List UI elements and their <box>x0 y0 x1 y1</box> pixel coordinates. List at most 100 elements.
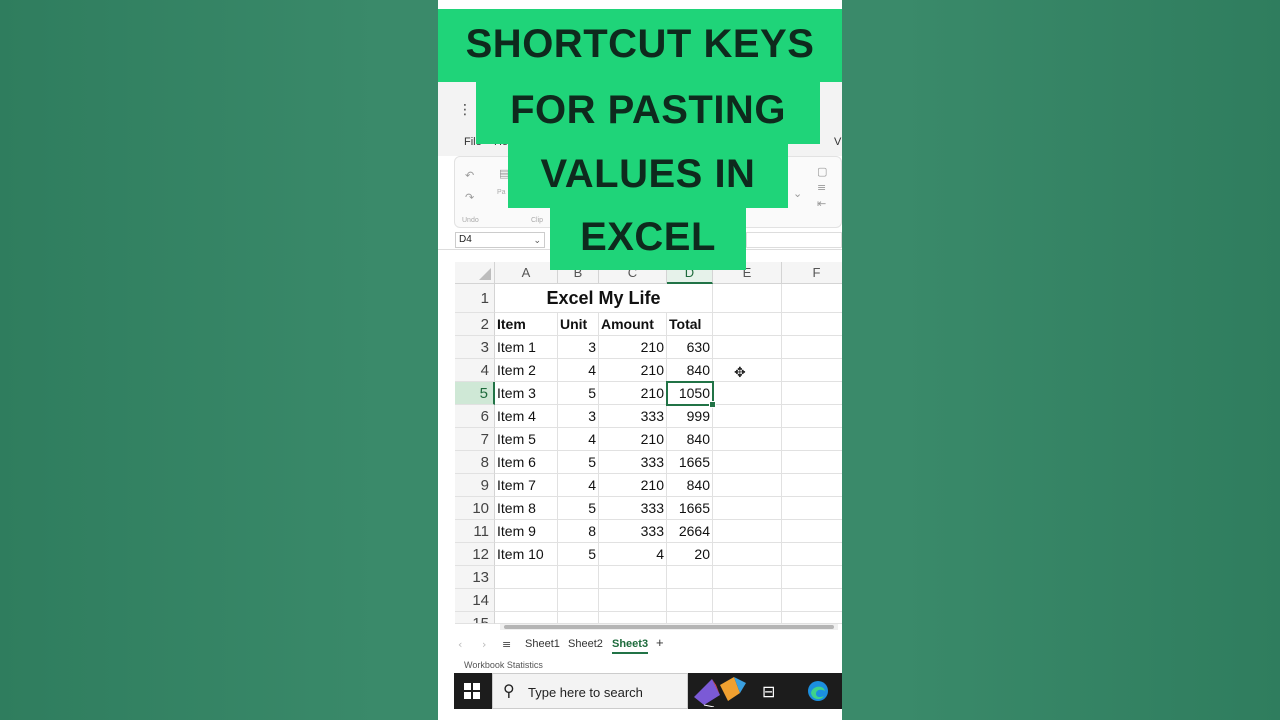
empty-cell[interactable] <box>713 405 782 428</box>
chevron-down-icon[interactable]: ⌄ <box>793 187 802 200</box>
empty-cell[interactable] <box>667 589 713 612</box>
empty-cell[interactable] <box>782 589 842 612</box>
name-box[interactable]: D4 ⌄ <box>455 232 545 248</box>
empty-cell[interactable] <box>782 520 842 543</box>
empty-cell[interactable] <box>782 405 842 428</box>
tab-view[interactable]: V <box>834 136 841 148</box>
item-cell[interactable]: Item 8 <box>495 497 558 520</box>
empty-cell[interactable] <box>713 382 782 405</box>
empty-cell[interactable] <box>599 566 667 589</box>
format-icon[interactable]: ▢ <box>817 165 827 178</box>
unit-cell[interactable]: 3 <box>558 336 599 359</box>
unit-cell[interactable]: 5 <box>558 497 599 520</box>
edge-browser-icon[interactable] <box>807 680 829 702</box>
chevron-down-icon[interactable]: ⌄ <box>533 233 541 247</box>
row-header[interactable]: 13 <box>455 566 495 589</box>
empty-cell[interactable] <box>782 497 842 520</box>
empty-cell[interactable] <box>713 589 782 612</box>
amount-cell[interactable]: 333 <box>599 520 667 543</box>
amount-cell[interactable]: 333 <box>599 451 667 474</box>
empty-cell[interactable] <box>782 313 842 336</box>
total-cell[interactable]: 840 <box>667 359 713 382</box>
amount-cell[interactable]: 333 <box>599 497 667 520</box>
column-header-a[interactable]: A <box>495 262 558 284</box>
empty-cell[interactable] <box>713 520 782 543</box>
total-cell[interactable]: 999 <box>667 405 713 428</box>
empty-cell[interactable] <box>782 451 842 474</box>
unit-cell[interactable]: 5 <box>558 382 599 405</box>
sheet-tab-3[interactable]: Sheet3 <box>612 638 649 654</box>
total-cell[interactable]: 2664 <box>667 520 713 543</box>
empty-cell[interactable] <box>558 612 599 624</box>
row-header[interactable]: 9 <box>455 474 495 497</box>
header-cell[interactable]: Unit <box>558 313 599 336</box>
align-icon[interactable]: ≡ <box>817 181 826 194</box>
empty-cell[interactable] <box>782 543 842 566</box>
empty-cell[interactable] <box>713 451 782 474</box>
total-cell[interactable]: 630 <box>667 336 713 359</box>
empty-cell[interactable] <box>782 382 842 405</box>
item-cell[interactable]: Item 10 <box>495 543 558 566</box>
item-cell[interactable]: Item 5 <box>495 428 558 451</box>
scroll-left-icon[interactable]: ‹ <box>458 638 462 651</box>
empty-cell[interactable] <box>558 566 599 589</box>
row-header[interactable]: 15 <box>455 612 495 624</box>
unit-cell[interactable]: 4 <box>558 474 599 497</box>
row-header[interactable]: 1 <box>455 284 495 313</box>
header-cell[interactable]: Amount <box>599 313 667 336</box>
select-all-corner[interactable] <box>455 262 495 284</box>
item-cell[interactable]: Item 7 <box>495 474 558 497</box>
redo-icon[interactable]: ↷ <box>465 191 474 204</box>
item-cell[interactable]: Item 2 <box>495 359 558 382</box>
row-header[interactable]: 3 <box>455 336 495 359</box>
empty-cell[interactable] <box>713 566 782 589</box>
empty-cell[interactable] <box>782 359 842 382</box>
amount-cell[interactable]: 210 <box>599 428 667 451</box>
row-header[interactable]: 7 <box>455 428 495 451</box>
empty-cell[interactable] <box>713 336 782 359</box>
amount-cell[interactable]: 210 <box>599 382 667 405</box>
empty-cell[interactable] <box>495 612 558 624</box>
row-header[interactable]: 10 <box>455 497 495 520</box>
scrollbar-thumb[interactable] <box>504 625 834 629</box>
column-header-f[interactable]: F <box>782 262 842 284</box>
indent-icon[interactable]: ⇤ <box>817 197 826 210</box>
empty-cell[interactable] <box>782 428 842 451</box>
unit-cell[interactable]: 4 <box>558 428 599 451</box>
all-sheets-icon[interactable]: ≡ <box>502 638 511 651</box>
empty-cell[interactable] <box>495 589 558 612</box>
unit-cell[interactable]: 3 <box>558 405 599 428</box>
empty-cell[interactable] <box>495 566 558 589</box>
formula-input[interactable] <box>746 232 842 248</box>
add-sheet-button[interactable]: + <box>656 635 664 650</box>
empty-cell[interactable] <box>782 336 842 359</box>
empty-cell[interactable] <box>713 612 782 624</box>
row-header[interactable]: 8 <box>455 451 495 474</box>
empty-cell[interactable] <box>782 566 842 589</box>
windows-start-icon[interactable] <box>464 683 480 699</box>
row-header[interactable]: 14 <box>455 589 495 612</box>
row-header[interactable]: 6 <box>455 405 495 428</box>
scroll-right-icon[interactable]: › <box>482 638 486 651</box>
empty-cell[interactable] <box>782 284 842 313</box>
amount-cell[interactable]: 210 <box>599 359 667 382</box>
amount-cell[interactable]: 4 <box>599 543 667 566</box>
amount-cell[interactable]: 333 <box>599 405 667 428</box>
total-cell[interactable]: 1665 <box>667 497 713 520</box>
amount-cell[interactable]: 210 <box>599 336 667 359</box>
item-cell[interactable]: Item 1 <box>495 336 558 359</box>
row-header[interactable]: 11 <box>455 520 495 543</box>
empty-cell[interactable] <box>713 428 782 451</box>
total-cell[interactable]: 840 <box>667 474 713 497</box>
empty-cell[interactable] <box>667 566 713 589</box>
empty-cell[interactable] <box>599 612 667 624</box>
empty-cell[interactable] <box>713 497 782 520</box>
row-header[interactable]: 2 <box>455 313 495 336</box>
empty-cell[interactable] <box>713 543 782 566</box>
item-cell[interactable]: Item 3 <box>495 382 558 405</box>
empty-cell[interactable] <box>782 612 842 624</box>
header-cell[interactable]: Total <box>667 313 713 336</box>
horizontal-scrollbar[interactable] <box>500 624 838 630</box>
unit-cell[interactable]: 4 <box>558 359 599 382</box>
unit-cell[interactable]: 5 <box>558 451 599 474</box>
